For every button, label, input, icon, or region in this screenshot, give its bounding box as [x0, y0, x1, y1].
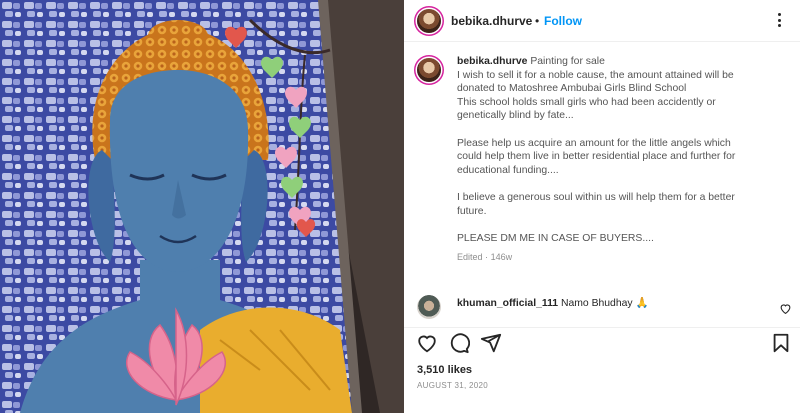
caption-username[interactable]: bebika.dhurve [457, 56, 527, 67]
post-date[interactable]: AUGUST 31, 2020 [417, 381, 488, 390]
caption-author-avatar[interactable] [417, 58, 441, 82]
author-username[interactable]: bebika.dhurve [451, 14, 532, 28]
caption-line: Painting for sale [530, 56, 605, 67]
buddha-painting-image [0, 0, 404, 413]
caption-line: I believe a generous soul within us will… [457, 191, 735, 203]
post-image[interactable] [0, 0, 404, 413]
separator-dot: • [535, 14, 540, 28]
post-age[interactable]: 146w [491, 252, 513, 262]
edited-label: Edited [457, 252, 483, 263]
caption-line: PLEASE DM ME IN CASE OF BUYERS.... [457, 232, 654, 244]
bookmark-icon[interactable] [770, 332, 792, 354]
caption-line: could help them live in better residenti… [457, 151, 736, 163]
caption-meta: Edited · 146w [457, 251, 795, 265]
share-icon[interactable] [480, 332, 502, 354]
caption-line: educational funding.... [457, 164, 559, 176]
likes-count[interactable]: 3,510 likes [417, 364, 472, 376]
comment-row: khuman_official_111 Namo Bhudhay 🙏 [404, 291, 800, 325]
heart-icon[interactable] [416, 332, 438, 354]
caption-blank-line [457, 123, 795, 137]
commenter-username[interactable]: khuman_official_111 [457, 298, 558, 309]
author-avatar[interactable] [417, 9, 441, 33]
meta-separator: · [485, 252, 489, 263]
more-options-icon[interactable] [771, 11, 789, 29]
caption-line: genetically blind by fate... [457, 110, 574, 122]
comment-text: khuman_official_111 Namo Bhudhay 🙏 [457, 296, 648, 309]
post-actions [404, 327, 800, 357]
comment-body: Namo Bhudhay 🙏 [560, 298, 649, 309]
commenter-avatar[interactable] [417, 295, 441, 319]
caption-line: Please help us acquire an amount for the… [457, 137, 731, 149]
post-panel: bebika.dhurve • Follow bebika.dhurve Pai… [404, 0, 800, 413]
caption-line: future. [457, 205, 487, 217]
follow-button[interactable]: Follow [544, 14, 582, 28]
caption-text: bebika.dhurve Painting for sale I wish t… [457, 55, 795, 265]
comment-icon[interactable] [448, 332, 470, 354]
caption-blank-line [457, 177, 795, 191]
caption-blank-line [457, 218, 795, 232]
comment-like-heart-icon[interactable] [779, 302, 792, 315]
caption-line: I wish to sell it for a noble cause, the… [457, 69, 734, 81]
caption-line: donated to Matoshree Ambubai Girls Blind… [457, 83, 687, 95]
caption-line: This school holds small girls who had be… [457, 96, 716, 108]
post-header: bebika.dhurve • Follow [404, 0, 800, 42]
